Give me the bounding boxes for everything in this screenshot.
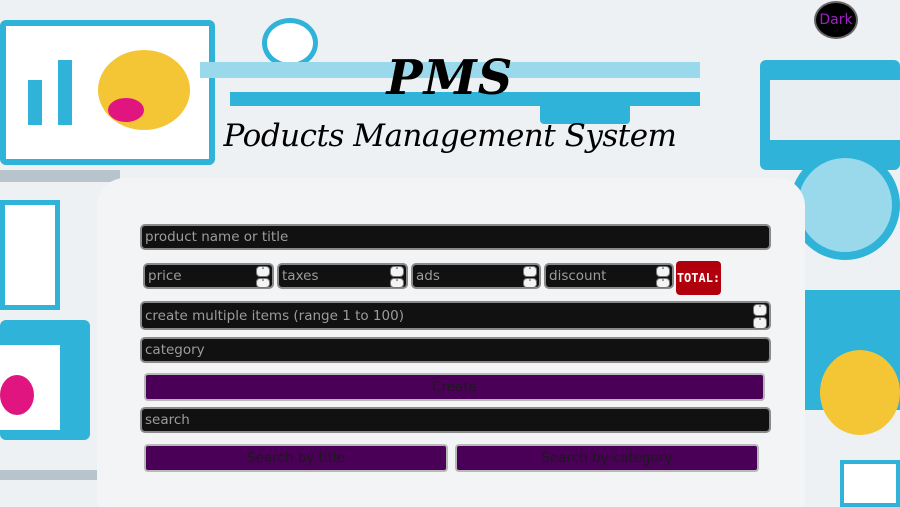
- stepper-up-icon[interactable]: ˄: [656, 266, 670, 277]
- app-title: PMS: [386, 50, 514, 106]
- taxes-placeholder: taxes: [282, 268, 319, 284]
- total-badge: TOTAL:: [676, 261, 721, 295]
- ads-input[interactable]: ads ˄ ˅: [411, 263, 541, 289]
- discount-placeholder: discount: [549, 268, 607, 284]
- stepper-down-icon[interactable]: ˅: [523, 277, 537, 288]
- count-input[interactable]: create multiple items (range 1 to 100) ˄…: [140, 301, 771, 330]
- stepper-up-icon[interactable]: ˄: [390, 266, 404, 277]
- count-placeholder: create multiple items (range 1 to 100): [145, 307, 404, 324]
- taxes-input[interactable]: taxes ˄ ˅: [277, 263, 408, 289]
- product-title-placeholder: product name or title: [145, 229, 289, 245]
- price-stepper[interactable]: ˄ ˅: [256, 266, 270, 288]
- stepper-up-icon[interactable]: ˄: [523, 266, 537, 277]
- price-input[interactable]: price ˄ ˅: [143, 263, 274, 289]
- stepper-down-icon[interactable]: ˅: [656, 277, 670, 288]
- product-title-input[interactable]: product name or title: [140, 224, 771, 250]
- search-placeholder: search: [145, 412, 190, 428]
- dark-mode-toggle[interactable]: Dark: [814, 1, 858, 39]
- stepper-down-icon[interactable]: ˅: [256, 277, 270, 288]
- stepper-down-icon[interactable]: ˅: [390, 277, 404, 288]
- search-by-category-button[interactable]: Search by category: [455, 444, 759, 472]
- ads-placeholder: ads: [416, 268, 440, 284]
- app-subtitle: Poducts Management System: [223, 118, 677, 154]
- discount-stepper[interactable]: ˄ ˅: [656, 266, 670, 288]
- ads-stepper[interactable]: ˄ ˅: [523, 266, 537, 288]
- search-by-title-button[interactable]: Search by title: [144, 444, 448, 472]
- stepper-up-icon[interactable]: ˄: [753, 304, 767, 316]
- page-header: PMS Poducts Management System: [0, 48, 900, 154]
- price-placeholder: price: [148, 268, 182, 284]
- count-stepper[interactable]: ˄ ˅: [753, 304, 767, 329]
- discount-input[interactable]: discount ˄ ˅: [544, 263, 674, 289]
- category-placeholder: category: [145, 342, 205, 358]
- create-button[interactable]: Create: [144, 373, 765, 401]
- category-input[interactable]: category: [140, 337, 771, 363]
- search-input[interactable]: search: [140, 407, 771, 433]
- taxes-stepper[interactable]: ˄ ˅: [390, 266, 404, 288]
- stepper-down-icon[interactable]: ˅: [753, 317, 767, 329]
- stepper-up-icon[interactable]: ˄: [256, 266, 270, 277]
